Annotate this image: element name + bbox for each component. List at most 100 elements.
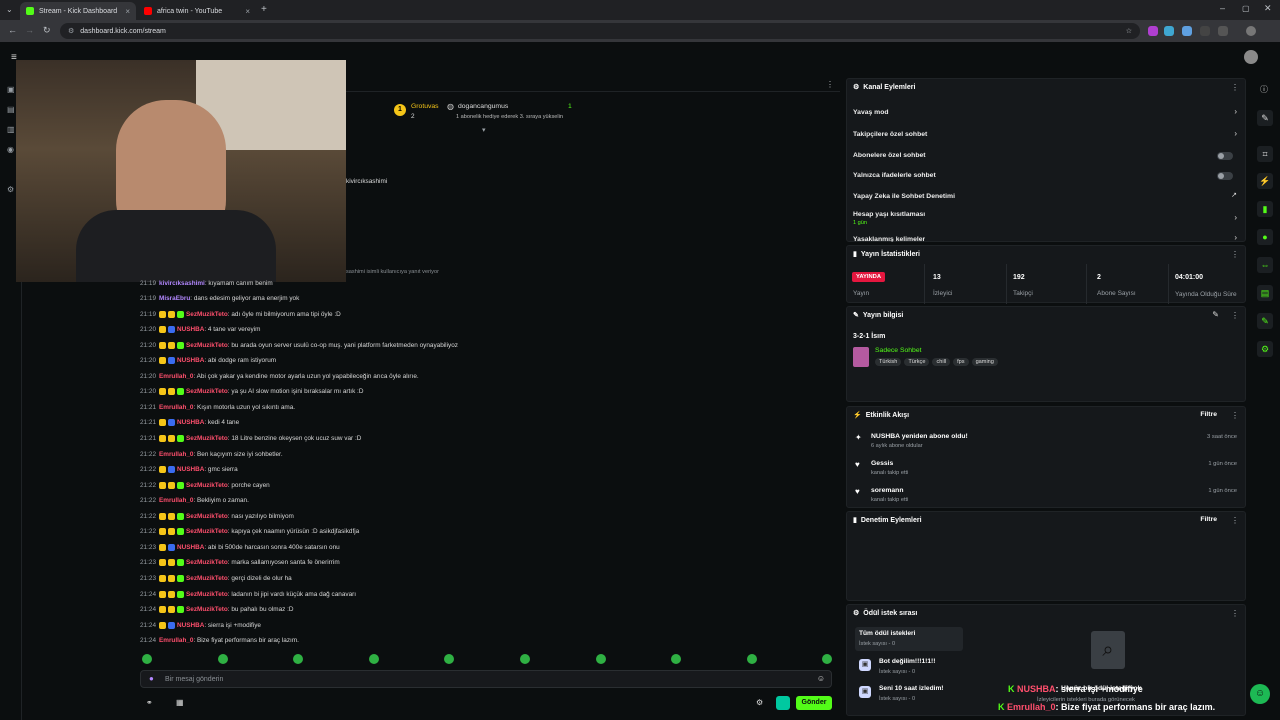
reward-item-all[interactable]: Tüm ödül istekleri İstek sayısı - 0: [855, 627, 963, 651]
category-name[interactable]: Sadece Sohbet: [875, 347, 921, 354]
address-bar[interactable]: ⚙ dashboard.kick.com/stream ☆: [60, 23, 1140, 39]
gift-tool-icon[interactable]: ⚙: [1257, 341, 1273, 357]
message-username[interactable]: Emrullah_0: [159, 404, 193, 411]
more-options-icon[interactable]: ⋮: [1231, 83, 1239, 92]
message-username[interactable]: NUSHBA: [177, 622, 204, 629]
message-username[interactable]: SezMuzikTeto: [186, 575, 228, 582]
more-options-icon[interactable]: ⋮: [1231, 311, 1239, 320]
more-options-icon[interactable]: ⋮: [1231, 250, 1239, 259]
extension-icon[interactable]: [1182, 26, 1192, 36]
sidebar-settings-icon[interactable]: ⚙: [7, 186, 15, 194]
chat-tool-icon[interactable]: ●: [1257, 229, 1273, 245]
tab-kick-dashboard[interactable]: Stream - Kick Dashboard ×: [20, 2, 136, 20]
emote-only-toggle[interactable]: [1217, 172, 1233, 180]
profile-avatar-icon[interactable]: [1246, 26, 1256, 36]
maximize-icon[interactable]: ▢: [1242, 4, 1250, 13]
message-username[interactable]: SezMuzikTeto: [186, 513, 228, 520]
minimize-icon[interactable]: –: [1220, 3, 1225, 13]
extension-icon[interactable]: [1148, 26, 1158, 36]
new-tab-icon[interactable]: +: [261, 4, 267, 15]
message-username[interactable]: MisraEbru: [159, 295, 190, 302]
external-link-icon[interactable]: ↗: [1231, 191, 1237, 199]
kick-bot-icon[interactable]: [776, 696, 790, 710]
reward-item[interactable]: ▣ Bot değilim!!!1!1!! İstek sayısı - 0: [855, 655, 963, 679]
gifter-user[interactable]: dogancangumus: [458, 103, 508, 110]
embed-tool-icon[interactable]: ⇔: [1257, 257, 1273, 273]
message-username[interactable]: SezMuzikTeto: [186, 388, 228, 395]
extension-icon[interactable]: [1200, 26, 1210, 36]
message-username[interactable]: Emrullah_0: [159, 497, 193, 504]
chevron-right-icon[interactable]: ›: [1234, 213, 1237, 222]
message-username[interactable]: NUSHBA: [177, 466, 204, 473]
more-options-icon[interactable]: ⋮: [1231, 609, 1239, 618]
message-username[interactable]: kivircıksashimi: [159, 280, 205, 287]
stream-tag[interactable]: Türkçe: [904, 358, 930, 366]
chat-input[interactable]: ● Bir mesaj gönderin ☺: [140, 670, 832, 688]
info-icon[interactable]: ⓘ: [1260, 84, 1268, 95]
more-options-icon[interactable]: ⋮: [1231, 411, 1239, 420]
message-username[interactable]: SezMuzikTeto: [186, 559, 228, 566]
message-username[interactable]: SezMuzikTeto: [186, 311, 228, 318]
emote-icon[interactable]: [671, 654, 682, 664]
emote-icon[interactable]: [142, 654, 152, 664]
banned-words-row[interactable]: Yasaklanmış kelimeler: [853, 236, 925, 242]
sidebar-chat-icon[interactable]: ▥: [7, 126, 15, 134]
chevron-right-icon[interactable]: ›: [1234, 107, 1237, 116]
account-age-row[interactable]: Hesap yaşı kısıtlaması: [853, 211, 925, 218]
edit-tool-icon[interactable]: ✎: [1257, 110, 1273, 126]
message-username[interactable]: Emrullah_0: [159, 451, 193, 458]
user-avatar[interactable]: [1244, 50, 1258, 64]
help-chat-icon[interactable]: ☺: [1250, 684, 1270, 704]
close-tab-icon[interactable]: ×: [125, 7, 130, 16]
sidebar-home-icon[interactable]: ▣: [7, 86, 15, 94]
message-username[interactable]: Emrullah_0: [159, 637, 193, 644]
chat-settings-icon[interactable]: ⚙: [756, 698, 763, 707]
reload-icon[interactable]: ↻: [43, 25, 51, 36]
forward-icon[interactable]: →: [25, 25, 34, 35]
site-info-icon[interactable]: ⚙: [68, 27, 74, 35]
emote-icon[interactable]: [368, 654, 379, 664]
chevron-right-icon[interactable]: ›: [1234, 233, 1237, 242]
stream-tag[interactable]: Türkish: [875, 358, 902, 366]
chevron-right-icon[interactable]: ›: [1234, 129, 1237, 138]
message-username[interactable]: Emrullah_0: [159, 373, 193, 380]
stream-tag[interactable]: gaming: [971, 358, 998, 366]
collapse-banner-icon[interactable]: ▾: [482, 126, 486, 134]
emote-icon[interactable]: [293, 654, 304, 664]
edit-icon[interactable]: ✎: [1212, 310, 1219, 319]
more-options-icon[interactable]: ⋮: [1231, 516, 1239, 525]
sidebar-stream-icon[interactable]: ▤: [7, 106, 15, 114]
list-tool-icon[interactable]: ▤: [1257, 285, 1273, 301]
reward-item[interactable]: ▣ Seni 10 saat izledim! İstek sayısı - 0: [855, 682, 963, 706]
subs-only-toggle[interactable]: [1217, 152, 1233, 160]
chat-users-icon[interactable]: ⚭: [146, 698, 153, 707]
message-username[interactable]: NUSHBA: [177, 419, 204, 426]
chat-options-icon[interactable]: ⋮: [826, 80, 834, 89]
sidebar-users-icon[interactable]: ◉: [7, 146, 15, 154]
ai-moderation-row[interactable]: Yapay Zeka ile Sohbet Denetimi: [853, 193, 955, 200]
followers-only-row[interactable]: Takipçilere özel sohbet: [853, 131, 927, 138]
leader-user[interactable]: Grotuvas: [411, 103, 439, 110]
slow-mode-row[interactable]: Yavaş mod: [853, 109, 889, 116]
emote-icon[interactable]: [217, 654, 228, 664]
back-icon[interactable]: ←: [8, 25, 17, 35]
extensions-puzzle-icon[interactable]: [1218, 26, 1228, 36]
close-tab-icon[interactable]: ×: [245, 7, 250, 16]
bookmark-star-icon[interactable]: ☆: [1126, 27, 1132, 35]
tab-youtube[interactable]: africa twin - YouTube ×: [138, 2, 256, 20]
close-window-icon[interactable]: ✕: [1264, 3, 1272, 14]
filter-button[interactable]: Filtre: [1200, 516, 1217, 523]
doc-tool-icon[interactable]: ▮: [1257, 201, 1273, 217]
wrench-tool-icon[interactable]: ✎: [1257, 313, 1273, 329]
stream-tag[interactable]: chill: [932, 358, 951, 366]
message-username[interactable]: SezMuzikTeto: [186, 528, 228, 535]
layout-tool-icon[interactable]: ⌗: [1257, 146, 1273, 162]
filter-button[interactable]: Filtre: [1200, 411, 1217, 418]
message-username[interactable]: NUSHBA: [177, 326, 204, 333]
message-username[interactable]: SezMuzikTeto: [186, 606, 228, 613]
send-button[interactable]: Gönder: [796, 696, 832, 710]
emote-icon[interactable]: [822, 654, 833, 664]
emote-icon[interactable]: [595, 654, 606, 664]
message-username[interactable]: SezMuzikTeto: [186, 435, 228, 442]
mic-icon[interactable]: ●: [149, 674, 154, 683]
